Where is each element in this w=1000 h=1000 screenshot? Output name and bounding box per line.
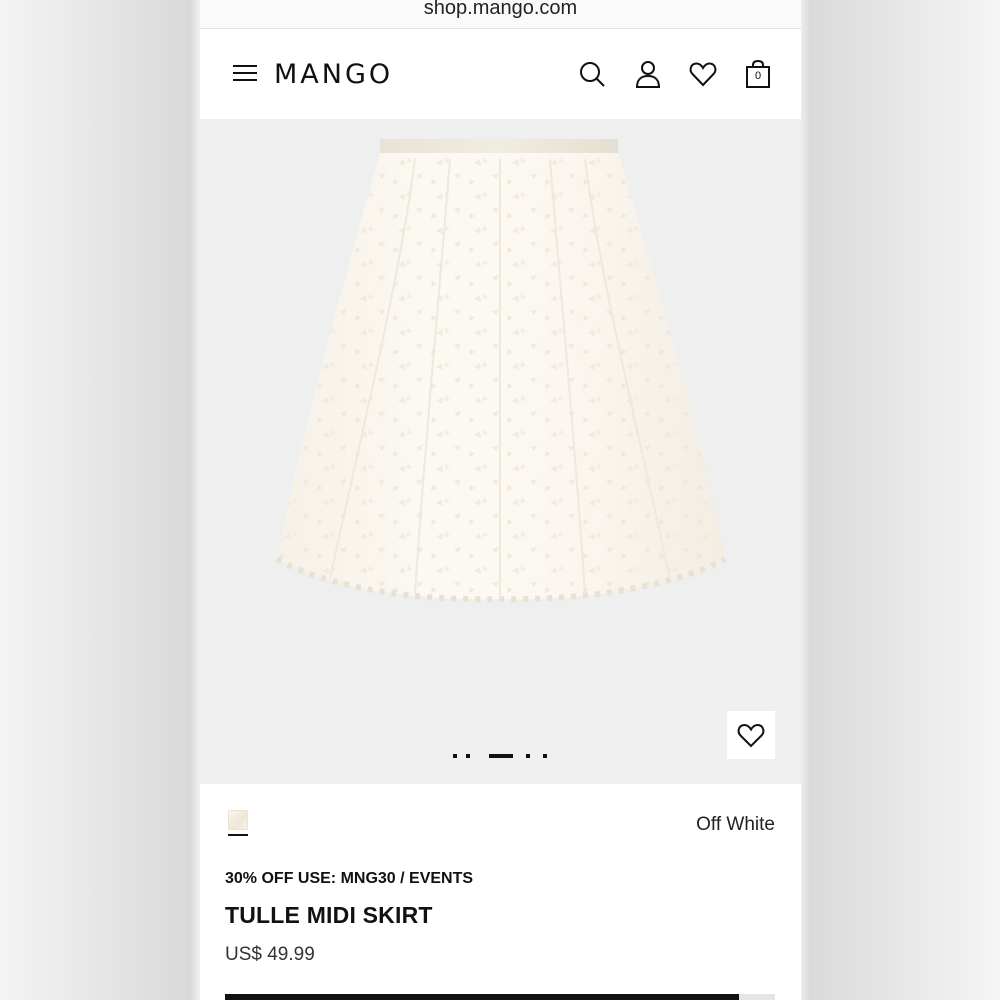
promo-banner: 30% OFF USE: MNG30 / EVENTS — [225, 870, 474, 887]
shopping-bag-icon[interactable]: 0 — [743, 58, 773, 90]
gallery-pagination[interactable] — [453, 754, 553, 758]
product-price: US$ 49.99 — [225, 944, 315, 965]
phone-screen: shop.mango.com MANGO 0 Off White 30% OFF… — [200, 0, 801, 1000]
pagination-dot[interactable] — [526, 754, 530, 758]
search-icon[interactable] — [577, 58, 607, 90]
user-icon[interactable] — [633, 58, 663, 90]
site-header: MANGO 0 — [200, 29, 801, 119]
add-to-wishlist-button[interactable] — [727, 711, 775, 759]
pagination-dot[interactable] — [453, 754, 457, 758]
product-photo-skirt — [275, 139, 727, 603]
product-title: TULLE MIDI SKIRT — [225, 902, 433, 928]
pagination-dot[interactable] — [466, 754, 470, 758]
browser-address-bar[interactable]: shop.mango.com — [200, 0, 801, 29]
color-swatch-off-white[interactable] — [228, 810, 248, 836]
pagination-dot[interactable] — [543, 754, 547, 758]
swatch-chip — [228, 810, 248, 830]
swatch-selected-underline — [228, 834, 248, 836]
heart-outline-icon — [737, 723, 765, 748]
brand-logo[interactable]: MANGO — [274, 59, 393, 90]
selected-color-name: Off White — [696, 814, 775, 835]
add-to-bag-button-edge — [739, 994, 775, 1000]
pagination-dot-active[interactable] — [489, 754, 513, 758]
product-image-gallery[interactable] — [200, 119, 801, 784]
url-text: shop.mango.com — [423, 0, 578, 19]
add-to-bag-button[interactable] — [225, 994, 739, 1000]
heart-icon[interactable] — [688, 58, 718, 90]
bag-count: 0 — [754, 70, 762, 82]
hamburger-menu-icon[interactable] — [233, 65, 257, 83]
